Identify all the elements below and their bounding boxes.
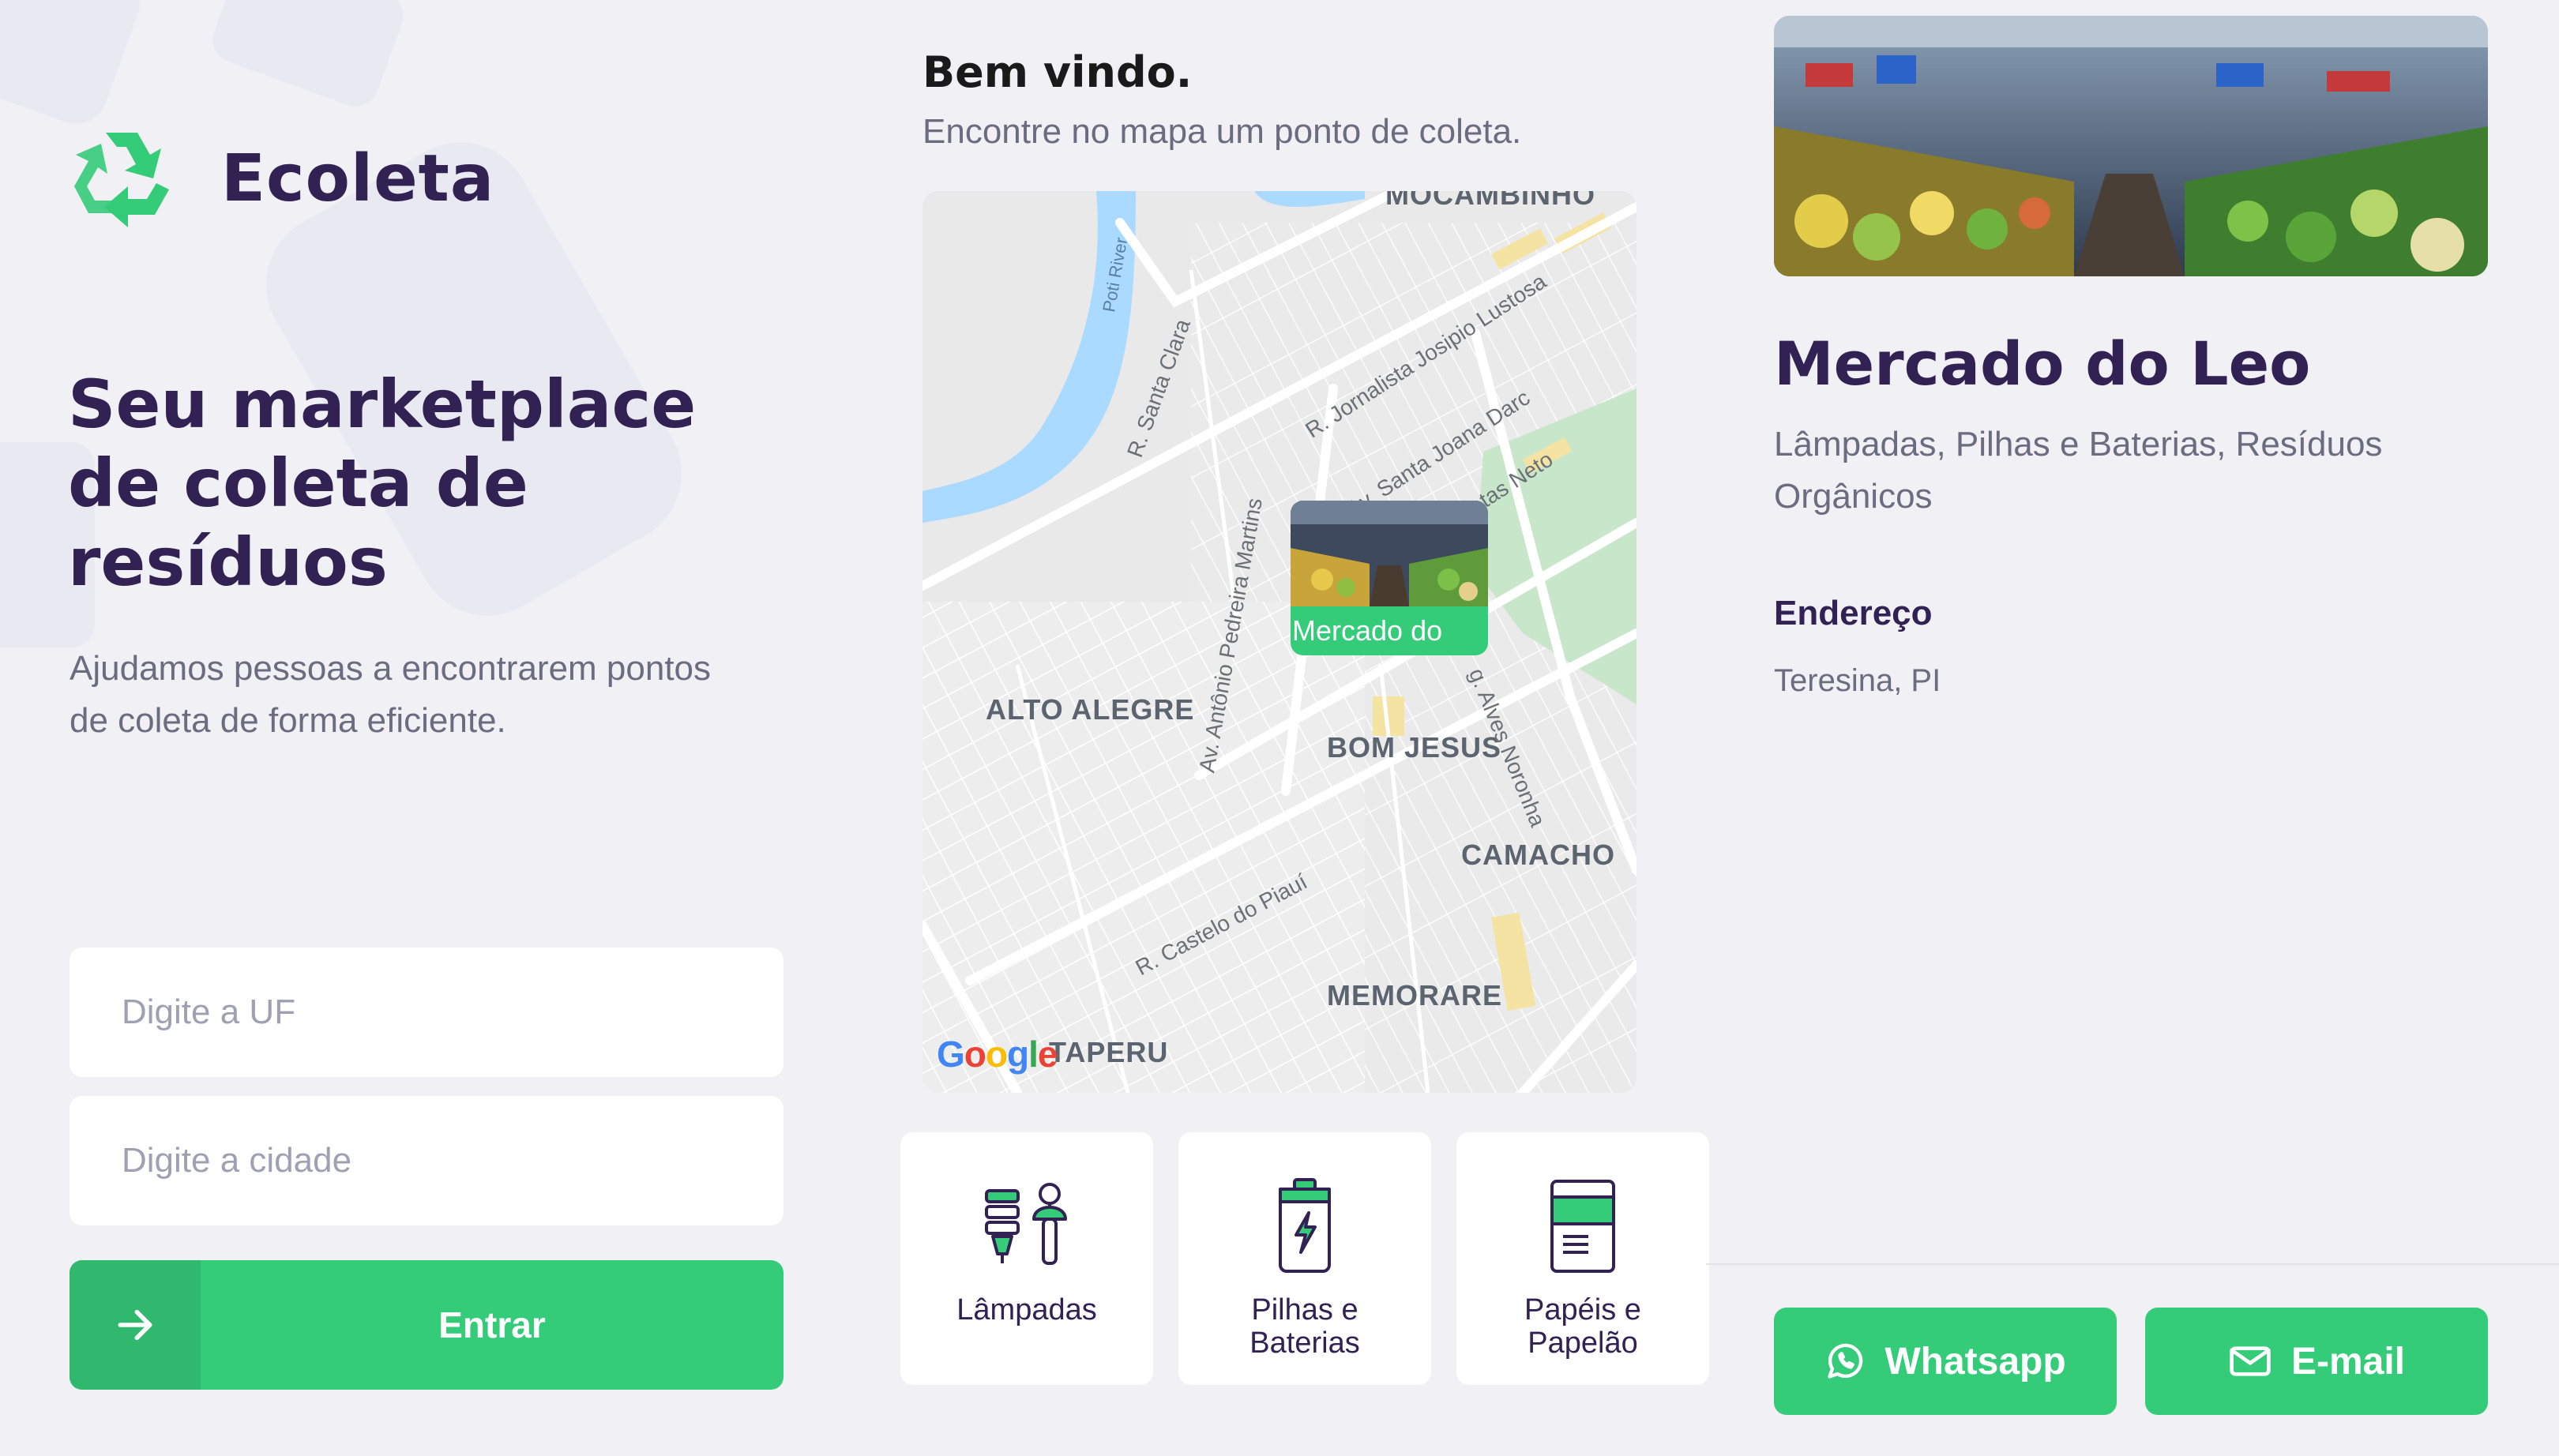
battery-icon: [1279, 1178, 1331, 1273]
footer-divider: [1706, 1263, 2559, 1265]
map-marker[interactable]: Mercado do: [1291, 501, 1488, 655]
google-attribution: Google: [937, 1034, 1058, 1075]
address-value: Teresina, PI: [1774, 663, 1941, 698]
lamp-icon: [985, 1183, 1067, 1265]
item-label: Lâmpadas: [956, 1293, 1097, 1327]
item-label: Papéis e Papelão: [1524, 1293, 1641, 1360]
recycle-icon: [74, 133, 169, 227]
enter-button[interactable]: Entrar: [70, 1260, 783, 1390]
point-name: Mercado do Leo: [1774, 328, 2311, 399]
whatsapp-button-label: Whatsapp: [1884, 1340, 2066, 1383]
paper-icon: [1550, 1180, 1615, 1273]
map-neighborhood: CAMACHO: [1461, 839, 1615, 871]
app-logo: Ecoleta: [68, 126, 494, 231]
email-button[interactable]: E-mail: [2145, 1308, 2488, 1415]
left-panel: Ecoleta Seu marketplace de coleta de res…: [0, 0, 837, 1456]
item-lampadas[interactable]: Lâmpadas: [900, 1132, 1153, 1385]
hero-subtitle: Ajudamos pessoas a encontrarem pontos de…: [70, 649, 712, 740]
city-input[interactable]: [70, 1096, 783, 1225]
map-streets: [923, 191, 1636, 1093]
items-grid: Lâmpadas Pilhas e Baterias Papéis e Pape…: [900, 1132, 1709, 1385]
point-items: Lâmpadas, Pilhas e Baterias, Resíduos Or…: [1774, 425, 2383, 516]
whatsapp-button[interactable]: Whatsapp: [1774, 1308, 2117, 1415]
map-neighborhood: TAPERU: [1049, 1036, 1169, 1068]
map-neighborhood: ALTO ALEGRE: [986, 693, 1195, 726]
address-title: Endereço: [1774, 594, 1933, 632]
map-neighborhood: BOM JESUS: [1327, 731, 1502, 764]
welcome-title: Bem vindo.: [923, 47, 1193, 97]
item-papeis[interactable]: Papéis e Papelão: [1456, 1132, 1709, 1385]
email-button-label: E-mail: [2290, 1340, 2406, 1383]
point-image: [1774, 16, 2488, 276]
item-label: Pilhas e Baterias: [1249, 1293, 1360, 1360]
welcome-subtitle: Encontre no mapa um ponto de coleta.: [923, 112, 1522, 151]
item-pilhas[interactable]: Pilhas e Baterias: [1178, 1132, 1431, 1385]
app-name: Ecoleta: [221, 141, 495, 216]
hero-title: Seu marketplace de coleta de resíduos: [68, 366, 697, 601]
enter-button-label: Entrar: [438, 1304, 546, 1345]
marker-label: Mercado do: [1292, 614, 1443, 647]
map-neighborhood: MEMORARE: [1327, 979, 1502, 1011]
map-neighborhood: MOCAMBINHO: [1385, 191, 1595, 211]
uf-input[interactable]: [70, 948, 783, 1077]
arrow-right-icon: [70, 1260, 201, 1390]
map[interactable]: MOCAMBINHO ALTO ALEGRE BOM JESUS CAMACHO…: [923, 191, 1636, 1093]
marker-thumbnail: [1291, 501, 1488, 606]
whatsapp-icon: [1828, 1343, 1863, 1379]
mail-icon: [2230, 1346, 2271, 1376]
